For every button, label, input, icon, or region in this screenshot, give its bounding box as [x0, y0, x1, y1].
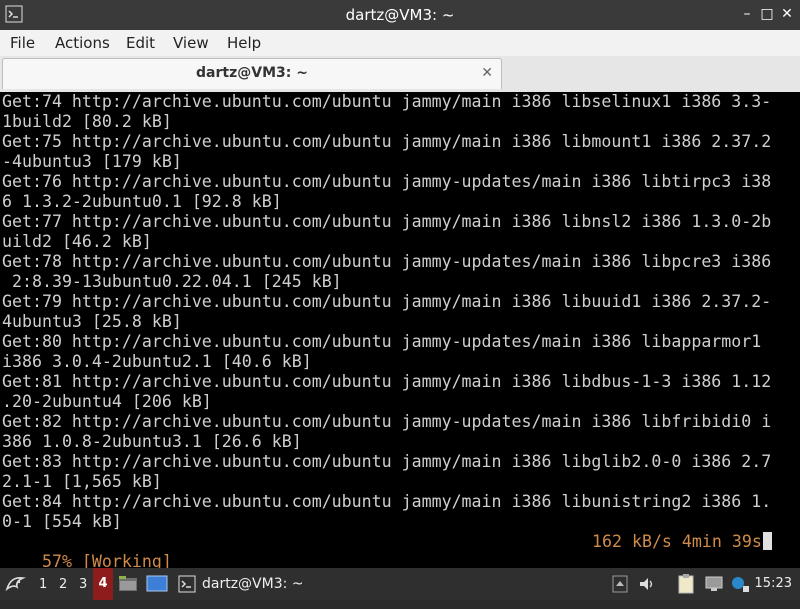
terminal-line: Get:77 http://archive.ubuntu.com/ubuntu …: [2, 212, 772, 231]
terminal-line: 4ubuntu3 [25.8 kB]: [2, 312, 182, 331]
desktop-icon[interactable]: [146, 574, 168, 594]
file-manager-icon[interactable]: [118, 574, 138, 594]
menu-edit[interactable]: Edit: [126, 34, 155, 52]
start-menu-icon[interactable]: [4, 573, 26, 595]
workspace-2[interactable]: 2: [59, 577, 67, 609]
maximize-button[interactable]: □: [760, 7, 774, 21]
terminal-line: 6 1.3.2-2ubuntu0.1 [92.8 kB]: [2, 192, 282, 211]
menu-view[interactable]: View: [173, 34, 209, 52]
menu-help[interactable]: Help: [227, 34, 261, 52]
terminal-line: Get:80 http://archive.ubuntu.com/ubuntu …: [2, 332, 762, 351]
clipboard-icon[interactable]: [676, 573, 696, 595]
terminal-line: Get:74 http://archive.ubuntu.com/ubuntu …: [2, 92, 772, 111]
terminal-line: Get:79 http://archive.ubuntu.com/ubuntu …: [2, 292, 772, 311]
terminal-line: 2:8.39-13ubuntu0.22.04.1 [245 kB]: [2, 272, 342, 291]
progress-status-line: 57% [Working] 162 kB/s 4min 39s: [0, 532, 780, 568]
clock[interactable]: 15:23: [755, 576, 792, 608]
terminal-line: 0-1 [554 kB]: [2, 512, 122, 531]
workspace-1[interactable]: 1: [39, 577, 47, 609]
taskbar-terminal-item[interactable]: dartz@VM3: ~: [176, 568, 336, 600]
window-title: dartz@VM3: ~: [345, 6, 455, 24]
workspace-3[interactable]: 3: [79, 577, 87, 609]
terminal-line: Get:82 http://archive.ubuntu.com/ubuntu …: [2, 412, 772, 431]
terminal-line: 386 1.0.8-2ubuntu3.1 [26.6 kB]: [2, 432, 302, 451]
download-rate-text: 162 kB/s 4min 39s: [592, 532, 762, 551]
terminal-line: Get:78 http://archive.ubuntu.com/ubuntu …: [2, 252, 772, 271]
terminal-line: 1build2 [80.2 kB]: [2, 112, 172, 131]
taskbar: 1 2 3 4 dartz@VM3: ~ 15:23: [0, 568, 800, 600]
menu-file[interactable]: File: [10, 34, 35, 52]
terminal-scrollbar[interactable]: [780, 92, 800, 568]
menu-bar: File Actions Edit View Help: [0, 30, 800, 57]
terminal-line: Get:81 http://archive.ubuntu.com/ubuntu …: [2, 372, 772, 391]
terminal-line: Get:84 http://archive.ubuntu.com/ubuntu …: [2, 492, 772, 511]
terminal-line: 2.1-1 [1,565 kB]: [2, 472, 162, 491]
volume-icon[interactable]: [638, 575, 656, 593]
minimize-button[interactable]: –: [740, 7, 754, 21]
terminal-line: Get:75 http://archive.ubuntu.com/ubuntu …: [2, 132, 772, 151]
download-rate: 162 kB/s 4min 39s: [592, 532, 772, 552]
taskbar-terminal-label: dartz@VM3: ~: [202, 576, 304, 592]
tab-close-icon[interactable]: ✕: [481, 65, 493, 81]
progress-status: 57% [Working]: [41, 552, 172, 568]
terminal-output[interactable]: Get:74 http://archive.ubuntu.com/ubuntu …: [0, 92, 780, 568]
terminal-line: Get:76 http://archive.ubuntu.com/ubuntu …: [2, 172, 772, 191]
title-bar[interactable]: dartz@VM3: ~ – □ ✕: [0, 0, 800, 30]
terminal-cursor: [762, 532, 772, 550]
tab-strip: dartz@VM3: ~ ✕: [0, 56, 800, 92]
terminal-icon: [178, 575, 196, 593]
close-button[interactable]: ✕: [780, 7, 794, 21]
menu-actions[interactable]: Actions: [55, 34, 110, 52]
network-icon[interactable]: [704, 574, 724, 594]
terminal-line: i386 3.0.4-2ubuntu2.1 [40.6 kB]: [2, 352, 312, 371]
terminal-line: -4ubuntu3 [179 kB]: [2, 152, 182, 171]
workspace-4-active[interactable]: 4: [93, 568, 113, 600]
tab-terminal[interactable]: dartz@VM3: ~ ✕: [2, 58, 502, 89]
update-notifier-icon[interactable]: [730, 574, 750, 594]
terminal-line: Get:83 http://archive.ubuntu.com/ubuntu …: [2, 452, 772, 471]
tab-label: dartz@VM3: ~: [196, 65, 308, 81]
terminal-line: uild2 [46.2 kB]: [2, 232, 152, 251]
show-hidden-icon[interactable]: [612, 575, 628, 593]
terminal-line: .20-2ubuntu4 [206 kB]: [2, 392, 212, 411]
